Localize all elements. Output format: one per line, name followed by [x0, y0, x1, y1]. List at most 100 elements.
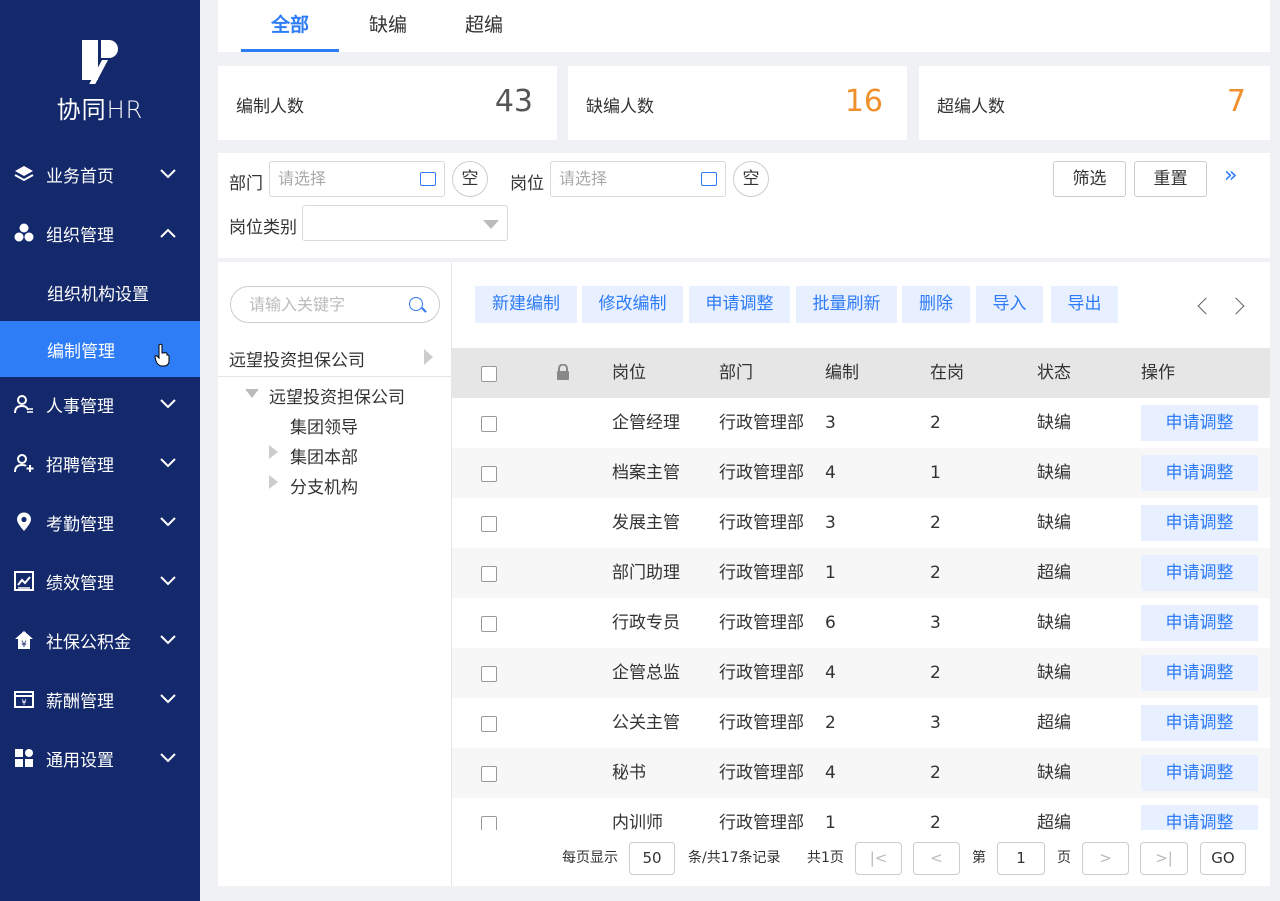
cell-onjob: 3 [930, 613, 941, 633]
prev-page-button[interactable]: < [913, 842, 960, 875]
table-row: 档案主管 行政管理部 4 1 缺编 申请调整 [452, 448, 1270, 498]
category-select[interactable] [302, 205, 508, 241]
caret-down-icon[interactable] [245, 389, 259, 398]
caret-right-icon[interactable] [424, 349, 433, 365]
next-page-button[interactable]: > [1082, 842, 1129, 875]
row-checkbox[interactable] [481, 816, 497, 830]
chevron-down-icon [160, 691, 176, 707]
cell-status: 缺编 [1037, 513, 1071, 533]
tree-node-leaders[interactable]: 集团领导 [290, 413, 358, 438]
row-apply-adjust-button[interactable]: 申请调整 [1141, 405, 1258, 441]
nav-hr[interactable]: 人事管理 [0, 376, 200, 432]
pages-count: 共1页 [807, 850, 844, 866]
per-page-label: 每页显示 [562, 850, 618, 866]
row-apply-adjust-button[interactable]: 申请调整 [1141, 455, 1258, 491]
tab-shortage[interactable]: 缺编 [358, 0, 418, 52]
cell-status: 超编 [1037, 713, 1071, 733]
nav-social-security[interactable]: ¥ 社保公积金 [0, 612, 200, 668]
row-apply-adjust-button[interactable]: 申请调整 [1141, 805, 1258, 830]
records-count: 条/共17条记录 [688, 850, 781, 866]
cell-onjob: 2 [930, 763, 941, 783]
row-apply-adjust-button[interactable]: 申请调整 [1141, 505, 1258, 541]
new-quota-button[interactable]: 新建编制 [475, 286, 577, 323]
row-checkbox[interactable] [481, 716, 497, 732]
nav-settings[interactable]: 通用设置 [0, 730, 200, 786]
row-apply-adjust-button[interactable]: 申请调整 [1141, 755, 1258, 791]
caret-right-icon[interactable] [269, 445, 278, 459]
chevron-left-icon[interactable] [1197, 297, 1215, 315]
filter-button[interactable]: 筛选 [1053, 161, 1126, 197]
cell-department: 行政管理部 [719, 713, 804, 733]
dept-clear-button[interactable]: 空 [452, 161, 488, 197]
prev-page-icon: < [930, 849, 943, 867]
row-checkbox[interactable] [481, 416, 497, 432]
row-checkbox[interactable] [481, 466, 497, 482]
delete-button[interactable]: 删除 [902, 286, 970, 323]
nav-org-structure[interactable]: 组织机构设置 [0, 264, 200, 320]
page-suffix: 页 [1057, 850, 1071, 866]
export-button[interactable]: 导出 [1051, 286, 1118, 323]
table-row: 公关主管 行政管理部 2 3 超编 申请调整 [452, 698, 1270, 748]
tab-all[interactable]: 全部 [241, 0, 339, 52]
table-row: 企管经理 行政管理部 3 2 缺编 申请调整 [452, 398, 1270, 448]
row-apply-adjust-button[interactable]: 申请调整 [1141, 605, 1258, 641]
cell-quota: 1 [825, 813, 836, 830]
row-apply-adjust-button[interactable]: 申请调整 [1141, 705, 1258, 741]
expand-icon[interactable]: » [1224, 163, 1237, 188]
import-button[interactable]: 导入 [976, 286, 1043, 323]
pos-select[interactable]: 请选择 [550, 161, 726, 197]
tree-root[interactable]: 远望投资担保公司 [229, 346, 365, 371]
edit-quota-button[interactable]: 修改编制 [582, 286, 683, 323]
cell-position: 企管经理 [612, 413, 680, 433]
row-checkbox[interactable] [481, 666, 497, 682]
nav-org[interactable]: 组织管理 [0, 205, 200, 261]
nav-salary[interactable]: ¥ 薪酬管理 [0, 671, 200, 727]
pagination: 每页显示 50 条/共17条记录 共1页 |< < 第 1 页 > >| GO [452, 830, 1270, 886]
select-all-checkbox[interactable] [481, 366, 497, 382]
logo: 协同HR [0, 40, 200, 125]
cell-quota: 3 [825, 513, 836, 533]
tree-node-company[interactable]: 远望投资担保公司 [269, 383, 405, 408]
cell-status: 缺编 [1037, 663, 1071, 683]
row-checkbox[interactable] [481, 566, 497, 582]
page-input[interactable]: 1 [997, 842, 1045, 875]
location-icon [14, 512, 34, 532]
chevron-down-icon [160, 573, 176, 589]
tree-node-hq[interactable]: 集团本部 [290, 443, 358, 468]
dept-select[interactable]: 请选择 [269, 161, 445, 197]
caret-right-icon[interactable] [269, 475, 278, 489]
nav-staffing[interactable]: 编制管理 [0, 321, 200, 377]
nav-home[interactable]: 业务首页 [0, 146, 200, 202]
apply-adjust-button[interactable]: 申请调整 [689, 286, 790, 323]
tab-excess[interactable]: 超编 [454, 0, 514, 52]
cell-onjob: 2 [930, 413, 941, 433]
stat-label: 缺编人数 [586, 97, 654, 117]
nav-performance[interactable]: 绩效管理 [0, 553, 200, 609]
row-checkbox[interactable] [481, 616, 497, 632]
pos-label: 岗位 [510, 174, 544, 194]
next-page-icon: > [1099, 849, 1112, 867]
pos-clear-button[interactable]: 空 [733, 161, 769, 197]
first-page-button[interactable]: |< [855, 842, 902, 875]
page-prefix: 第 [972, 850, 986, 866]
row-checkbox[interactable] [481, 766, 497, 782]
nav-attendance[interactable]: 考勤管理 [0, 494, 200, 550]
tree-node-branches[interactable]: 分支机构 [290, 473, 358, 498]
reset-button[interactable]: 重置 [1134, 161, 1207, 197]
row-apply-adjust-button[interactable]: 申请调整 [1141, 555, 1258, 591]
row-apply-adjust-button[interactable]: 申请调整 [1141, 655, 1258, 691]
last-page-button[interactable]: >| [1140, 842, 1188, 875]
chevron-down-icon [160, 166, 176, 182]
col-quota: 编制 [825, 363, 859, 383]
batch-refresh-button[interactable]: 批量刷新 [796, 286, 897, 323]
cell-department: 行政管理部 [719, 463, 804, 483]
per-page-input[interactable]: 50 [629, 842, 675, 875]
go-button[interactable]: GO [1200, 842, 1246, 875]
stat-label: 超编人数 [937, 97, 1005, 117]
chevron-right-icon[interactable] [1227, 297, 1245, 315]
nav-recruit[interactable]: 招聘管理 [0, 435, 200, 491]
row-checkbox[interactable] [481, 516, 497, 532]
tree-search-input[interactable]: 请输入关键字 [230, 286, 440, 323]
search-icon[interactable] [409, 297, 423, 311]
grid-icon [14, 748, 34, 768]
